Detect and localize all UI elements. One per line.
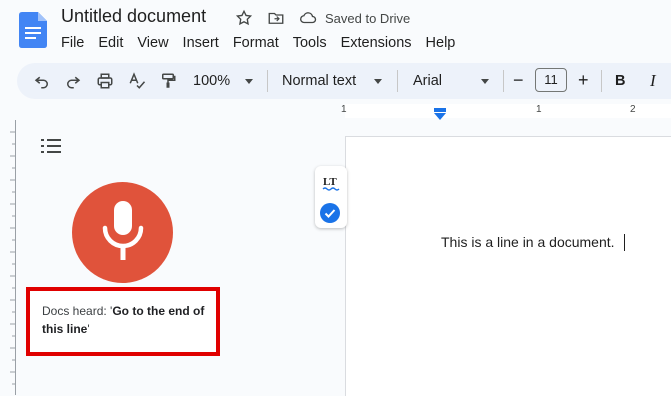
toolbar-divider — [503, 70, 504, 92]
svg-text:LT: LT — [323, 176, 337, 188]
toolbar-divider — [267, 70, 268, 92]
heard-suffix: ' — [87, 322, 90, 336]
menu-edit[interactable]: Edit — [91, 33, 130, 53]
document-outline-icon[interactable] — [41, 137, 61, 155]
bold-button[interactable]: B — [615, 73, 625, 89]
document-text-line[interactable]: This is a line in a document. — [441, 234, 615, 250]
undo-icon[interactable] — [33, 72, 51, 90]
paint-format-icon[interactable] — [159, 72, 177, 90]
menu-format[interactable]: Format — [226, 33, 286, 53]
redo-icon[interactable] — [64, 72, 82, 90]
menu-insert[interactable]: Insert — [176, 33, 226, 53]
ruler-mark: 1 — [341, 104, 347, 115]
paragraph-style-select[interactable]: Normal text — [282, 73, 356, 89]
ruler-mark: 1 — [536, 104, 542, 115]
voice-command-feedback-text: Docs heard: 'Go to the end of this line' — [42, 302, 212, 338]
increase-font-size-button[interactable]: + — [578, 70, 589, 91]
menu-view[interactable]: View — [130, 33, 175, 53]
menu-tools[interactable]: Tools — [286, 33, 334, 53]
menu-extensions[interactable]: Extensions — [334, 33, 419, 53]
font-select[interactable]: Arial — [413, 73, 442, 89]
menu-file[interactable]: File — [54, 33, 91, 53]
font-size-input[interactable]: 11 — [535, 68, 567, 92]
ruler-text-area — [345, 104, 671, 118]
cloud-saved-icon[interactable] — [299, 9, 317, 27]
print-icon[interactable] — [96, 72, 114, 90]
italic-button[interactable]: I — [650, 71, 656, 91]
document-page[interactable] — [345, 136, 671, 396]
zoom-dropdown-icon[interactable] — [245, 79, 253, 84]
docs-logo-icon[interactable] — [19, 12, 47, 48]
menu-help[interactable]: Help — [419, 33, 463, 53]
languagetool-logo-icon[interactable]: LT — [322, 174, 340, 192]
ruler-mark: 2 — [630, 104, 636, 115]
vertical-ruler[interactable] — [0, 120, 16, 395]
saved-status: Saved to Drive — [325, 11, 411, 26]
style-dropdown-icon[interactable] — [374, 79, 382, 84]
toolbar-divider — [397, 70, 398, 92]
check-circle-icon[interactable] — [320, 203, 340, 223]
decrease-font-size-button[interactable]: − — [513, 70, 524, 91]
microphone-icon — [102, 201, 144, 260]
menu-bar: File Edit View Insert Format Tools Exten… — [54, 33, 462, 53]
text-cursor — [624, 234, 625, 251]
move-folder-icon[interactable] — [267, 9, 285, 27]
document-title[interactable]: Untitled document — [61, 6, 206, 27]
indent-marker-icon[interactable] — [433, 108, 447, 122]
star-icon[interactable] — [235, 9, 253, 27]
zoom-select[interactable]: 100% — [193, 73, 230, 89]
toolbar-divider — [601, 70, 602, 92]
spellcheck-icon[interactable] — [128, 72, 146, 90]
heard-prefix: Docs heard: ' — [42, 304, 113, 318]
font-dropdown-icon[interactable] — [481, 79, 489, 84]
